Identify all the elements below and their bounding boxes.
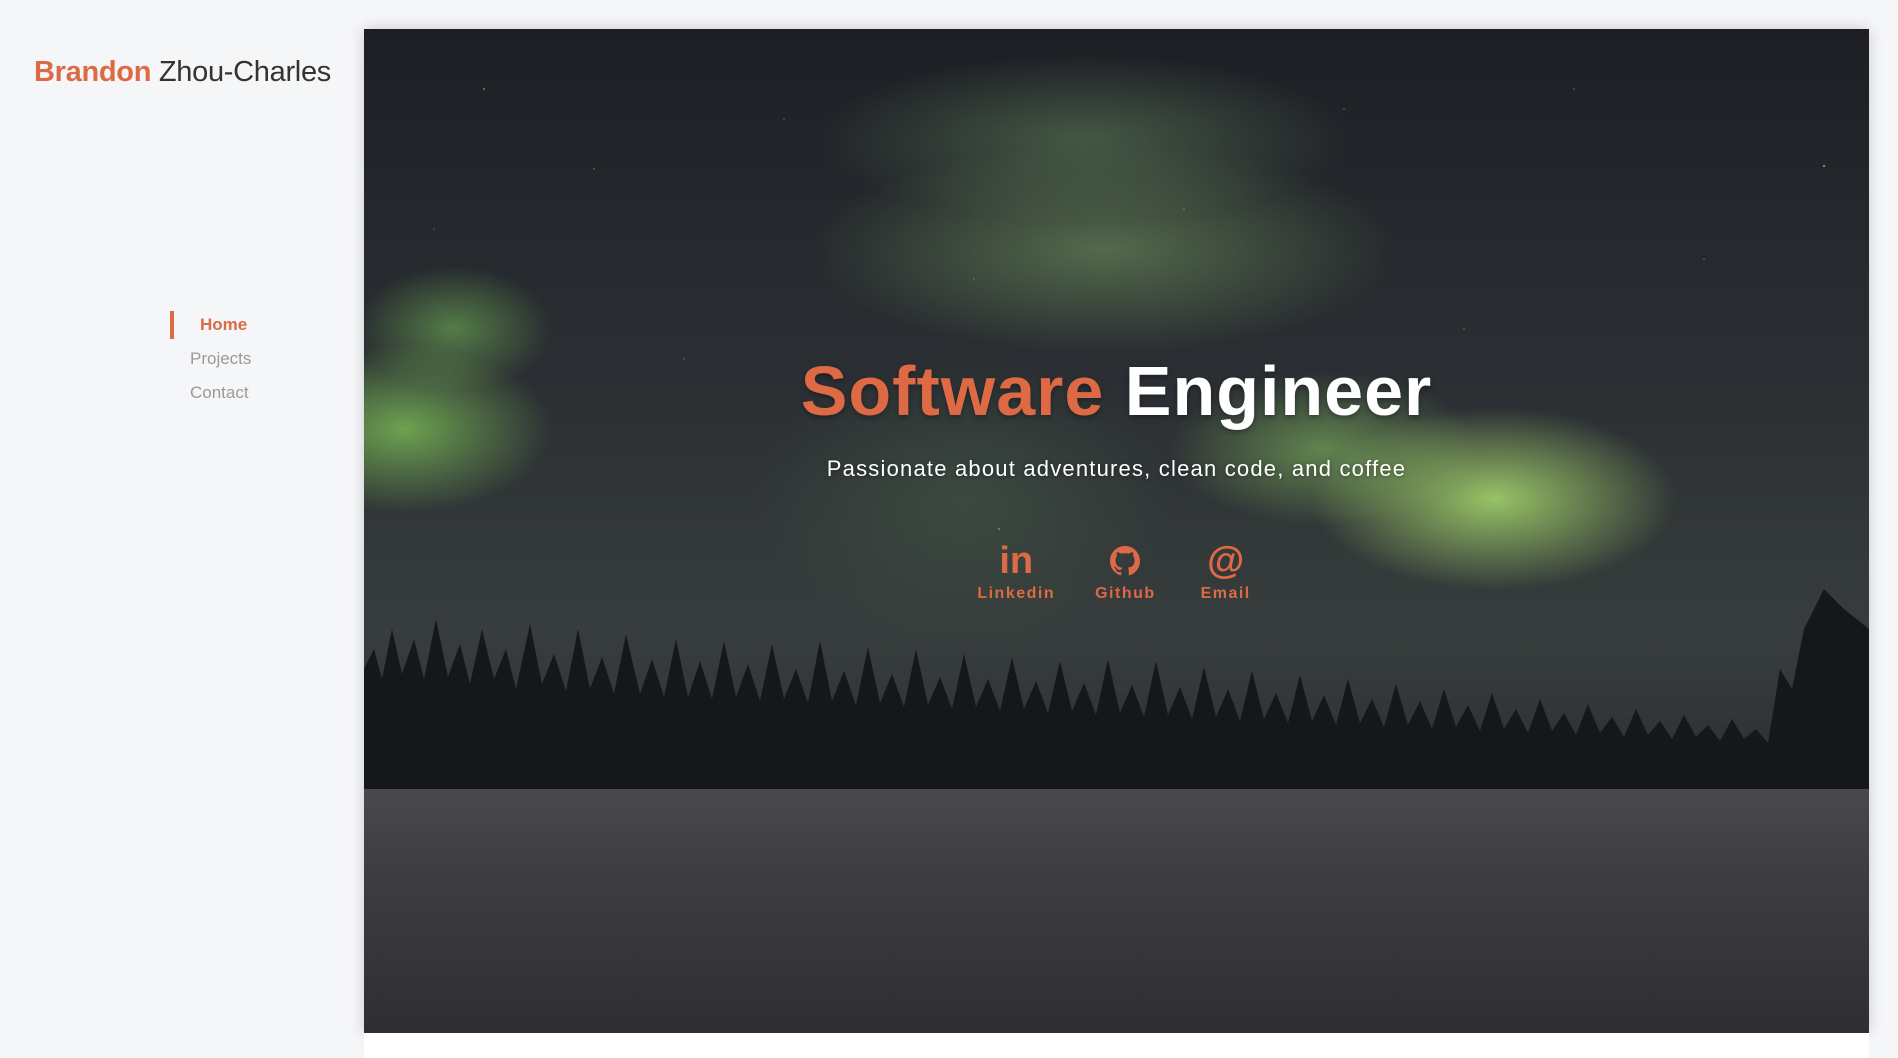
- email-label: Email: [1200, 585, 1251, 602]
- main-nav: Home Projects Contact: [170, 311, 300, 413]
- hero-section: Software Engineer Passionate about adven…: [364, 29, 1869, 1033]
- hero-title-plain: Engineer: [1124, 352, 1433, 430]
- page: Brandon Zhou-Charles Home Projects Conta…: [0, 0, 1898, 1058]
- linkedin-label: Linkedin: [977, 585, 1056, 602]
- nav-item-label: Home: [200, 315, 248, 334]
- nav-item-projects[interactable]: Projects: [170, 345, 300, 379]
- hero-content: Software Engineer Passionate about adven…: [364, 29, 1869, 1033]
- social-links: in Linkedin Github @ Email: [364, 539, 1869, 603]
- nav-item-contact[interactable]: Contact: [170, 379, 300, 413]
- nav-item-home[interactable]: Home: [170, 311, 300, 345]
- github-icon: [1107, 539, 1143, 583]
- next-section-edge: [364, 1033, 1869, 1058]
- github-link[interactable]: Github: [1095, 539, 1156, 603]
- active-indicator: [170, 311, 174, 339]
- email-icon: @: [1207, 540, 1245, 582]
- hero-title: Software Engineer: [364, 349, 1869, 433]
- hero-title-accent: Software: [800, 352, 1105, 430]
- email-link[interactable]: @ Email: [1196, 539, 1256, 603]
- sidebar: Brandon Zhou-Charles Home Projects Conta…: [0, 0, 364, 1058]
- nav-item-label: Contact: [190, 383, 249, 402]
- brand-last-name: Zhou-Charles: [158, 56, 331, 88]
- github-label: Github: [1095, 585, 1156, 602]
- brand-first-name: Brandon: [34, 56, 152, 88]
- linkedin-link[interactable]: in Linkedin: [977, 539, 1055, 603]
- brand-logo[interactable]: Brandon Zhou-Charles: [34, 52, 331, 92]
- hero-subtitle: Passionate about adventures, clean code,…: [826, 456, 1407, 481]
- nav-item-label: Projects: [190, 349, 252, 368]
- linkedin-icon: in: [999, 540, 1034, 582]
